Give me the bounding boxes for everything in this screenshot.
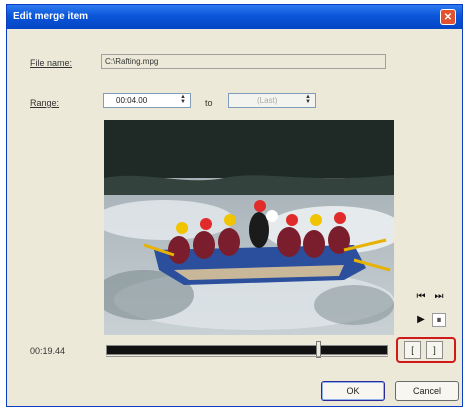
range-label: Range: xyxy=(30,98,60,108)
video-preview xyxy=(104,120,394,335)
cancel-button[interactable]: Cancel xyxy=(395,381,459,401)
dialog-title: Edit merge item xyxy=(13,11,89,22)
previous-frame-icon[interactable]: ⏮ xyxy=(414,290,428,304)
range-end-value: (Last) xyxy=(257,96,278,105)
file-name-field: C:\Rafting.mpg xyxy=(101,54,386,69)
spin-arrows-icon[interactable]: ▲ ▼ xyxy=(178,94,188,106)
current-time: 00:19.44 xyxy=(30,346,66,356)
spin-arrows-icon: ▲ ▼ xyxy=(305,94,311,105)
to-label: to xyxy=(205,98,213,108)
background-edge xyxy=(463,0,469,409)
position-slider[interactable] xyxy=(106,345,388,355)
slider-ticks xyxy=(106,356,388,363)
rafting-video-frame xyxy=(104,120,394,335)
play-icon[interactable]: ▶ xyxy=(414,313,428,327)
pause-icon[interactable]: ⏸ xyxy=(432,313,446,327)
range-start-spinner[interactable]: 00:04.00 ▲ ▼ xyxy=(103,93,191,108)
close-button[interactable]: ✕ xyxy=(440,9,456,25)
range-start-value: 00:04.00 xyxy=(116,96,148,105)
file-name-label: File name: xyxy=(30,58,73,68)
ok-button[interactable]: OK xyxy=(321,381,385,401)
range-end-spinner: (Last) ▲ ▼ xyxy=(228,93,316,108)
mark-in-button[interactable]: [ xyxy=(404,341,421,359)
next-frame-icon[interactable]: ⏭ xyxy=(432,290,446,304)
mark-out-button[interactable]: ] xyxy=(426,341,443,359)
title-bar[interactable]: Edit merge item ✕ xyxy=(7,5,462,29)
